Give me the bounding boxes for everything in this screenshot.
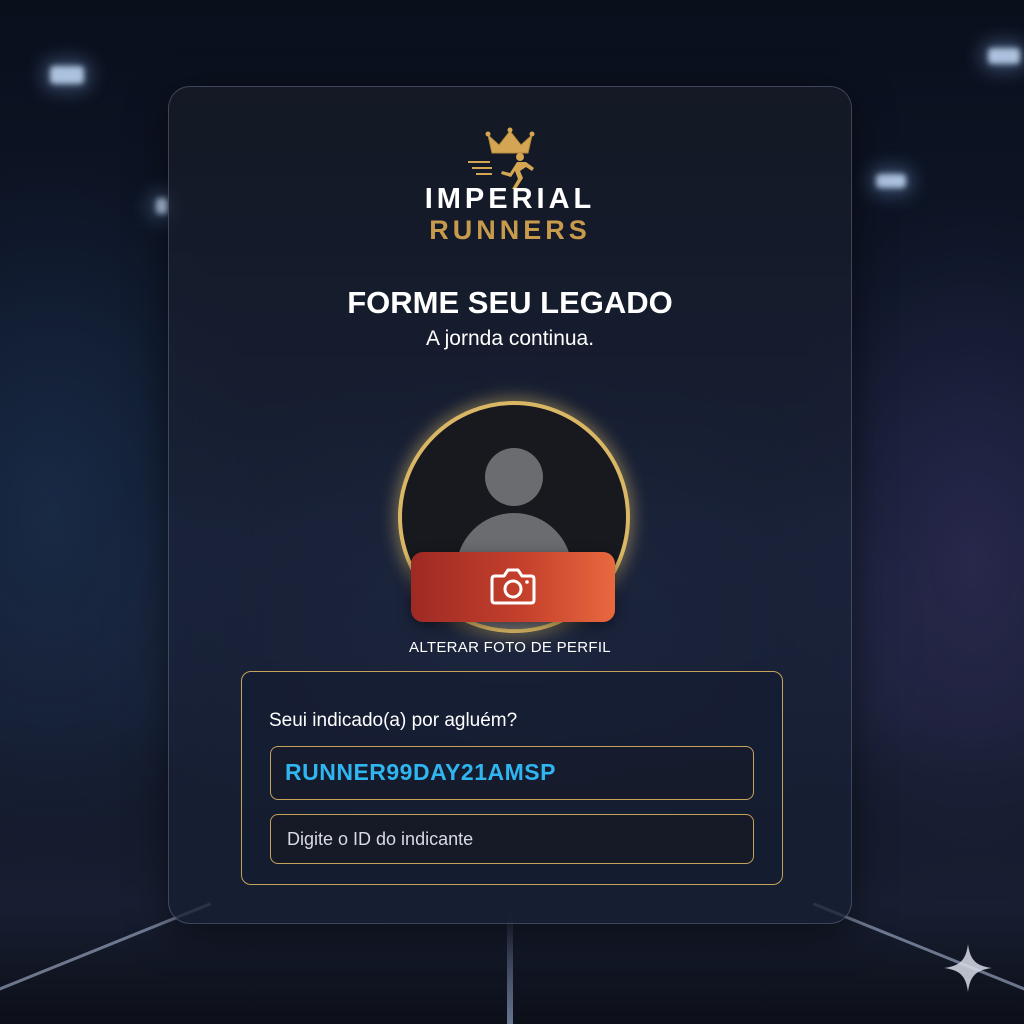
sparkle-icon xyxy=(944,944,992,992)
background-street-light xyxy=(50,66,84,84)
avatar-head xyxy=(485,448,543,506)
camera-icon xyxy=(490,568,536,605)
referral-section: Seui indicado(a) por agluém? RUNNER99DAY… xyxy=(241,671,783,885)
referral-code-value: RUNNER99DAY21AMSP xyxy=(285,759,556,785)
referral-question-label: Seui indicado(a) por agluém? xyxy=(269,710,518,731)
crowned-runner-icon xyxy=(468,127,535,189)
page-subtitle: A jornda continua. xyxy=(425,327,595,350)
page-title: FORME SEU LEGADO xyxy=(347,285,673,320)
signup-card: IMPERIAL RUNNERS FORME SEU LEGADO A jorn… xyxy=(168,86,852,924)
change-photo-button[interactable] xyxy=(411,552,615,622)
logo-wordmark-imperial: IMPERIAL xyxy=(424,183,596,215)
referral-code-field[interactable]: RUNNER99DAY21AMSP xyxy=(270,746,754,800)
background-street-light xyxy=(876,174,906,188)
logo-wordmark-runners: RUNNERS xyxy=(429,215,591,245)
background-street-light xyxy=(988,48,1020,64)
background-street-light xyxy=(156,198,168,214)
referrer-id-input[interactable] xyxy=(285,825,739,853)
change-photo-label[interactable]: ALTERAR FOTO DE PERFIL xyxy=(169,639,851,656)
referrer-id-field[interactable] xyxy=(270,814,754,864)
brand-logo: IMPERIAL RUNNERS xyxy=(169,127,851,247)
